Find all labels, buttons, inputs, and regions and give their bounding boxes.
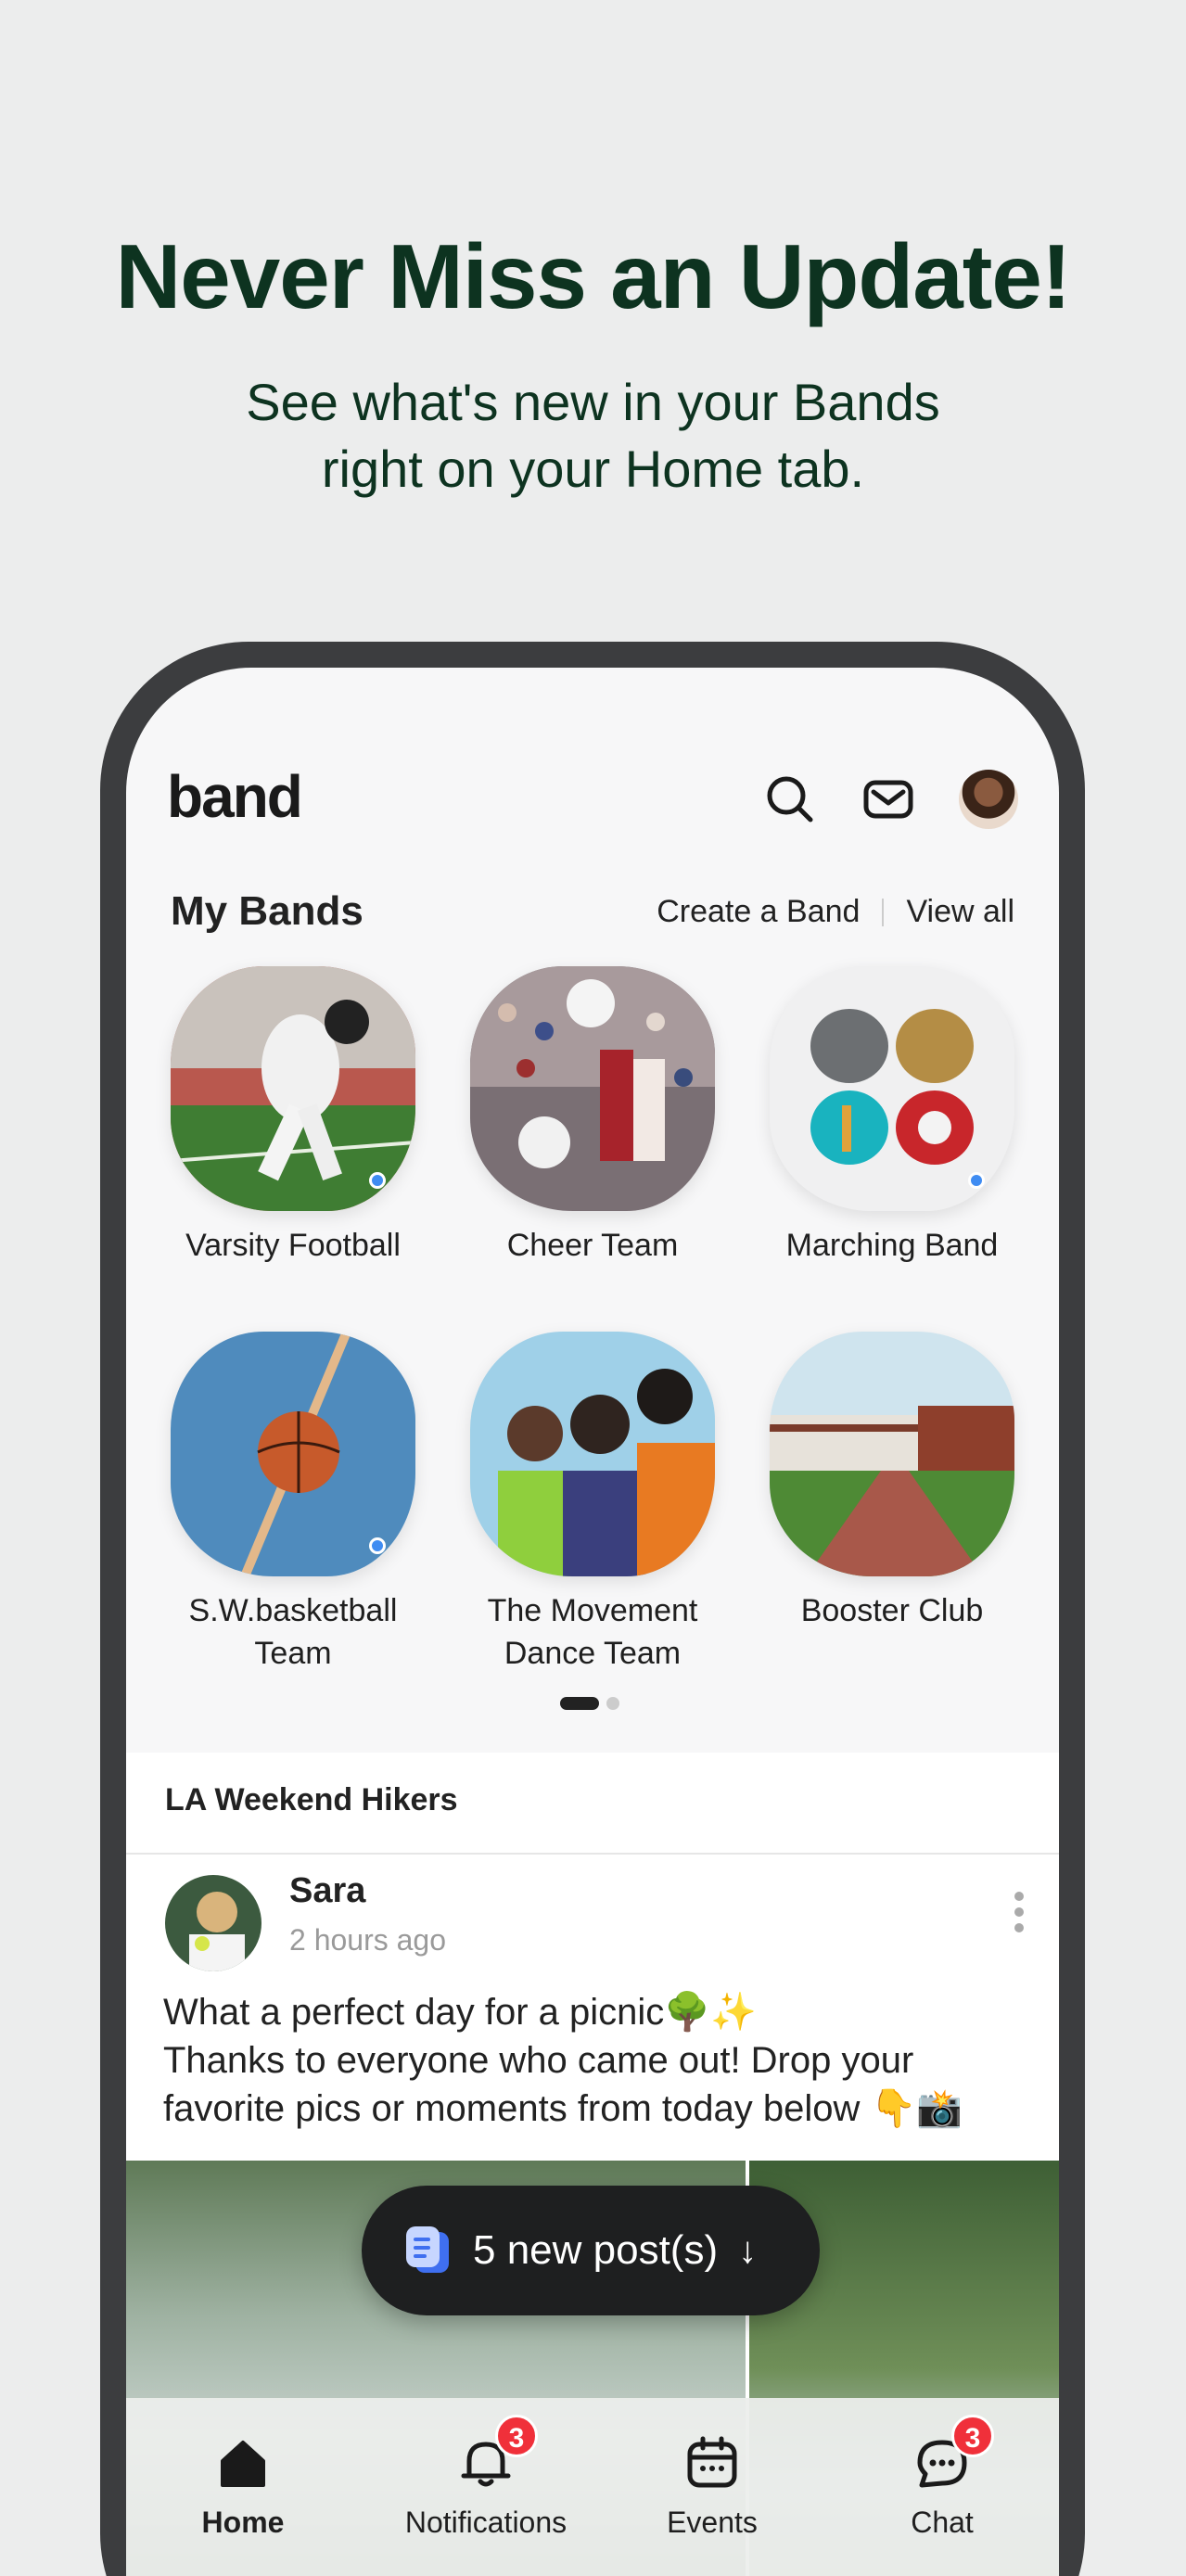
tab-label: Chat	[911, 2506, 974, 2539]
feed-group-name[interactable]: LA Weekend Hikers	[165, 1782, 458, 1818]
tab-events[interactable]: Events	[647, 2433, 777, 2540]
feed-divider	[126, 1853, 1059, 1855]
band-label-line-2: Team	[254, 1636, 332, 1671]
profile-avatar[interactable]	[959, 770, 1018, 829]
app-screen: band My Bands Create a Band View all Var…	[126, 668, 1059, 2576]
view-all-link[interactable]: View all	[906, 894, 1014, 930]
tab-notifications[interactable]: 3 Notifications	[375, 2415, 597, 2540]
band-tile-booster-club[interactable]: Booster Club	[770, 1332, 1014, 1632]
home-icon	[213, 2433, 273, 2493]
post-author-name[interactable]: Sara	[289, 1871, 365, 1911]
update-dot	[968, 1172, 985, 1189]
action-separator	[882, 898, 885, 926]
update-dot	[369, 1537, 386, 1554]
band-cover-image	[770, 1332, 1014, 1576]
promo-subhead-line-1: See what's new in your Bands	[246, 373, 940, 431]
bands-page-indicator[interactable]	[560, 1697, 619, 1710]
band-tile-marching-band[interactable]: Marching Band	[770, 966, 1014, 1267]
my-bands-actions: Create a Band View all	[657, 894, 1014, 930]
create-band-link[interactable]: Create a Band	[657, 894, 860, 930]
new-posts-button[interactable]: 5 new post(s) ↓	[362, 2186, 820, 2315]
band-label-line-1: Marching Band	[785, 1228, 999, 1263]
band-tile-cheer-team[interactable]: Cheer Team	[470, 966, 715, 1267]
band-label-line-1: Cheer Team	[506, 1228, 679, 1263]
band-cover-image	[470, 1332, 715, 1576]
bottom-tab-bar: Home 3 Notifications Events 3 Chat	[126, 2398, 1059, 2576]
promo-headline: Never Miss an Update!	[115, 225, 1071, 327]
band-cover-image	[470, 966, 715, 1211]
band-tile-varsity-football[interactable]: Varsity Football	[171, 966, 415, 1267]
chat-badge: 3	[951, 2415, 994, 2457]
app-header: band	[126, 668, 1059, 835]
chat-icon: 3	[912, 2415, 994, 2493]
tab-label: Home	[201, 2506, 285, 2539]
tab-home[interactable]: Home	[187, 2433, 299, 2540]
post-more-options-icon[interactable]	[1014, 1892, 1026, 1938]
page-dot-active	[560, 1697, 599, 1710]
band-label-line-1: The Movement	[487, 1593, 698, 1628]
post-timestamp: 2 hours ago	[289, 1923, 447, 1957]
post-body-line-1: What a perfect day for a picnic🌳✨	[163, 1992, 757, 2033]
tab-label: Notifications	[404, 2506, 567, 2539]
promo-subhead: See what's new in your Bands right on yo…	[0, 369, 1186, 503]
arrow-down-icon: ↓	[738, 2229, 758, 2271]
band-label-line-1: Booster Club	[800, 1593, 984, 1628]
update-dot	[369, 1172, 386, 1189]
band-label-line-1: Varsity Football	[185, 1228, 401, 1263]
post-body: What a perfect day for a picnic🌳✨ Thanks…	[163, 1988, 1026, 2133]
post-body-line-2: Thanks to everyone who came out! Drop yo…	[163, 2040, 914, 2081]
new-posts-icon	[406, 2226, 449, 2273]
my-bands-title: My Bands	[171, 888, 363, 934]
mail-icon[interactable]	[861, 772, 916, 827]
notification-badge: 3	[495, 2415, 538, 2457]
post-body-line-3: favorite pics or moments from today belo…	[163, 2088, 963, 2129]
page-dot	[606, 1697, 619, 1710]
band-tile-sw-basketball-team[interactable]: S.W.basketball Team	[171, 1332, 415, 1675]
promo-subhead-line-2: right on your Home tab.	[321, 440, 865, 498]
band-tile-the-movement-dance-team[interactable]: The Movement Dance Team	[470, 1332, 715, 1675]
band-logo: band	[167, 763, 303, 830]
search-icon[interactable]	[762, 772, 818, 827]
tab-label: Events	[667, 2506, 758, 2539]
post-author-avatar[interactable]	[165, 1875, 261, 1971]
band-label-line-2: Dance Team	[504, 1636, 682, 1671]
band-label-line-1: S.W.basketball	[188, 1593, 398, 1628]
new-posts-label: 5 new post(s)	[473, 2227, 719, 2273]
bell-icon: 3	[456, 2415, 538, 2493]
calendar-icon	[682, 2433, 742, 2493]
tab-chat[interactable]: 3 Chat	[886, 2415, 998, 2540]
